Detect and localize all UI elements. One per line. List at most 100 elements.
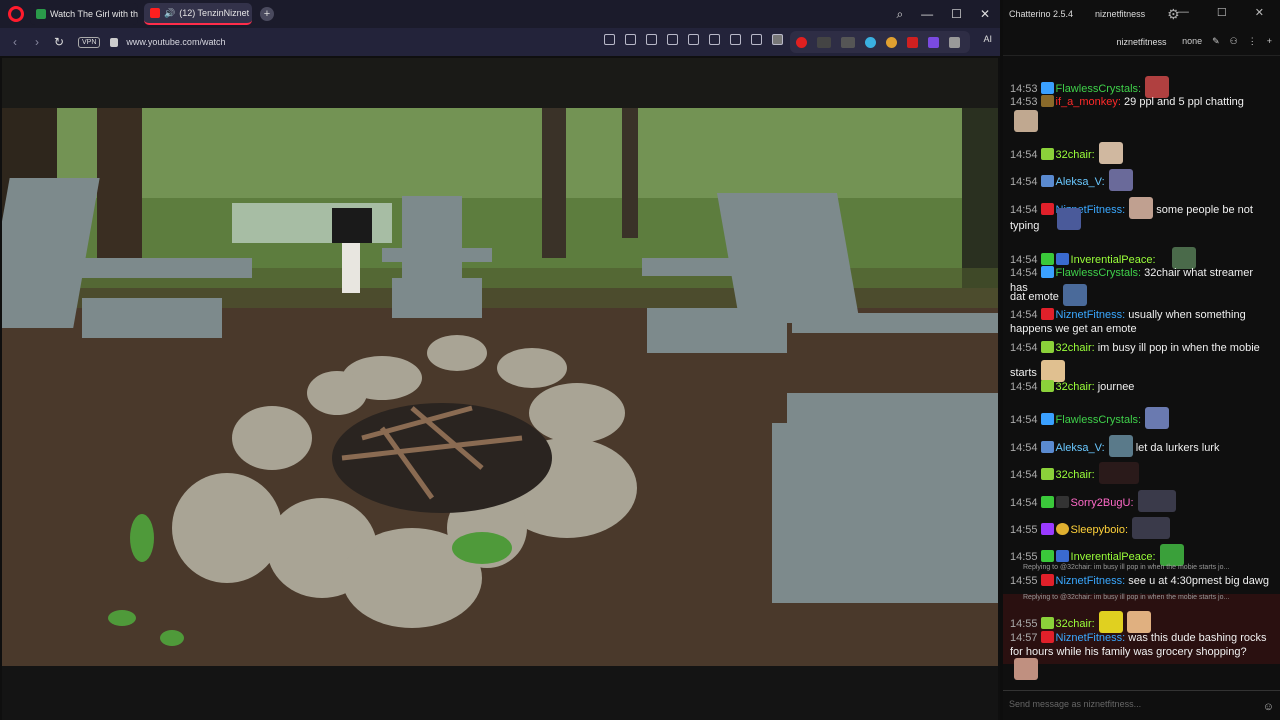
emote-icon[interactable] xyxy=(1062,284,1087,306)
new-tab-button[interactable]: + xyxy=(260,7,274,21)
badge-icon xyxy=(1040,631,1054,643)
forward-button[interactable]: › xyxy=(26,35,48,49)
profile-icon[interactable] xyxy=(772,34,783,45)
chat-input[interactable]: Send message as niznetfitness... ☺ xyxy=(1003,690,1280,720)
emote-icon[interactable] xyxy=(1057,208,1081,230)
chat-message: 14:54 32chair: xyxy=(1010,462,1272,484)
badge-icon xyxy=(1040,496,1054,508)
minimize-button[interactable]: — xyxy=(921,7,933,21)
badge-icon xyxy=(1040,523,1054,535)
badge-icon xyxy=(1040,380,1054,392)
more-icon[interactable]: ⋮ xyxy=(1248,36,1257,47)
extension-orange-icon[interactable] xyxy=(886,36,897,48)
chat-message: 14:54 Sorry2BugU: xyxy=(1010,490,1272,512)
tab-bar: Watch The Girl with the D 🔊 (12) TenzinN… xyxy=(0,0,1000,28)
emote-icon[interactable] xyxy=(1108,435,1133,457)
edit-icon[interactable] xyxy=(625,34,636,45)
download-icon[interactable] xyxy=(730,34,741,45)
emote-icon[interactable] xyxy=(1159,544,1184,566)
tab-label: Watch The Girl with the D xyxy=(50,9,138,19)
emote-icon[interactable] xyxy=(1126,611,1151,633)
lock-icon[interactable] xyxy=(110,37,119,47)
extension-red-icon[interactable] xyxy=(796,36,807,48)
site-favicon-icon xyxy=(36,9,46,19)
badge-icon xyxy=(1040,95,1054,107)
search-icon[interactable] xyxy=(604,34,615,45)
emote-icon[interactable] xyxy=(1040,360,1065,382)
extension-badge-icon[interactable] xyxy=(817,36,831,48)
emote-icon[interactable] xyxy=(1132,517,1171,539)
emote-icon[interactable] xyxy=(1098,611,1123,633)
search-tabs-icon[interactable]: ⌕ xyxy=(896,7,903,22)
tab-youtube[interactable]: 🔊 (12) TenzinNiznet 202 xyxy=(144,3,252,25)
shield-icon[interactable] xyxy=(667,34,678,45)
chat-message: 14:54 32chair: journee xyxy=(1010,380,1135,393)
emote-icon[interactable] xyxy=(1145,407,1170,429)
add-split-icon[interactable]: + xyxy=(1267,36,1272,47)
camera-icon[interactable] xyxy=(646,34,657,45)
menu-icon[interactable] xyxy=(751,34,762,45)
chat-mode[interactable]: none xyxy=(1182,36,1202,47)
emote-icon[interactable] xyxy=(1098,462,1139,484)
chat-message: 14:54 FlawlessCrystals: xyxy=(1010,407,1272,429)
channel-header: niznetfitness none ✎ ⚇ ⋮ + xyxy=(1003,28,1280,56)
badge-icon xyxy=(1040,253,1054,265)
account-name[interactable]: niznetfitness xyxy=(1095,9,1145,19)
channel-name[interactable]: niznetfitness xyxy=(1116,37,1166,47)
emoji-icon[interactable]: ☺ xyxy=(1263,701,1274,713)
video-top-letterbox xyxy=(2,58,998,108)
emote-icon[interactable] xyxy=(1098,142,1123,164)
close-button[interactable]: ✕ xyxy=(1255,6,1264,19)
chatterino-window-controls: — ☐ ✕ xyxy=(1162,0,1280,25)
extension-blue-icon[interactable] xyxy=(865,36,876,48)
badge-icon xyxy=(1055,523,1069,535)
badge-icon xyxy=(1040,175,1054,187)
play-icon[interactable] xyxy=(688,34,699,45)
chat-message-continued: starts xyxy=(1010,360,1272,382)
users-icon[interactable]: ⚇ xyxy=(1230,36,1238,47)
url-field[interactable]: www.youtube.com/watch xyxy=(126,37,225,47)
chat-message: 14:54 NiznetFitness: usually when somethi… xyxy=(1010,308,1246,321)
extension-puzzle-icon[interactable] xyxy=(949,36,960,48)
badge-icon xyxy=(1040,413,1054,425)
emote-icon[interactable] xyxy=(1137,490,1176,512)
ai-button[interactable]: AI xyxy=(983,34,992,44)
close-button[interactable]: ✕ xyxy=(980,7,990,21)
vpn-badge[interactable]: VPN xyxy=(78,36,101,48)
emote-icon[interactable] xyxy=(1014,658,1038,680)
speaker-icon[interactable]: 🔊 xyxy=(164,8,175,19)
badge-icon xyxy=(1040,441,1054,453)
pencil-icon[interactable]: ✎ xyxy=(1212,36,1220,47)
window-controls: ⌕ — ☐ ✕ xyxy=(896,0,1000,28)
chat-message-continued: typing xyxy=(1010,220,1040,232)
reload-button[interactable]: ↻ xyxy=(48,35,70,49)
badge-icon xyxy=(1040,203,1054,215)
reply-context[interactable]: Replying to @32chair: im busy ill pop in… xyxy=(1023,594,1229,601)
badge-icon xyxy=(1040,82,1054,94)
back-button[interactable]: ‹ xyxy=(4,35,26,49)
minimize-button[interactable]: — xyxy=(1178,6,1189,19)
heart-icon[interactable] xyxy=(709,34,720,45)
video-bottom-letterbox xyxy=(2,666,998,720)
maximize-button[interactable]: ☐ xyxy=(951,7,962,21)
emote-icon[interactable] xyxy=(1129,197,1154,219)
emote-icon[interactable] xyxy=(1108,169,1133,191)
chat-message: 14:55 NiznetFitness: see u at 4:30pmest b… xyxy=(1010,574,1269,587)
app-title: Chatterino 2.5.4 xyxy=(1009,9,1074,19)
tab-label: (12) TenzinNiznet 202 xyxy=(179,8,252,18)
chat-message: 14:55 Sleepyboio: xyxy=(1010,517,1272,539)
chat-message: 14:54 NiznetFitness: some people be not xyxy=(1010,197,1272,219)
reply-context[interactable]: Replying to @32chair: im busy ill pop in… xyxy=(1023,564,1229,571)
badge-icon xyxy=(1055,550,1069,562)
opera-logo-icon[interactable] xyxy=(8,6,24,22)
badge-icon xyxy=(1040,148,1054,160)
extension-badge2-icon[interactable] xyxy=(841,36,855,48)
extension-twitch-icon[interactable] xyxy=(928,36,939,48)
video-frame[interactable] xyxy=(2,108,998,666)
chat-message-continued: dat emote xyxy=(1010,284,1272,306)
maximize-button[interactable]: ☐ xyxy=(1217,6,1227,19)
chat-message: 14:55 32chair: xyxy=(1010,611,1272,633)
extension-tp-icon[interactable] xyxy=(907,36,918,48)
tab-movie[interactable]: Watch The Girl with the D xyxy=(30,3,138,25)
emote-icon[interactable] xyxy=(1014,110,1038,132)
